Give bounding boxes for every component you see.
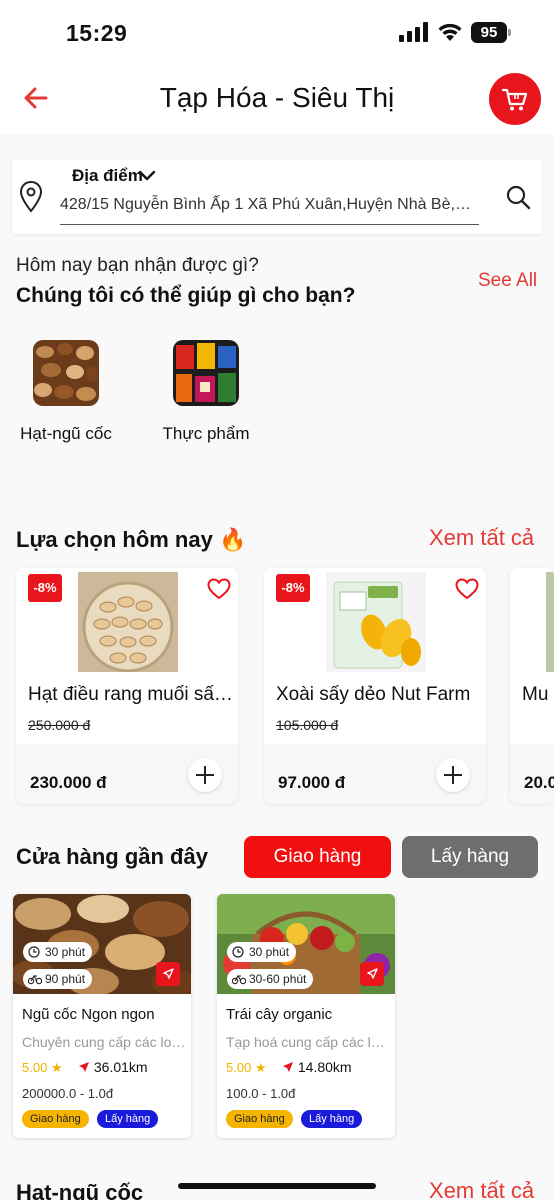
pickup-tag: Lấy hàng (301, 1110, 363, 1128)
search-icon[interactable] (505, 184, 531, 210)
store-description: Tạp hoá cung cấp các loại trái cây (226, 1034, 390, 1050)
see-all-link[interactable]: See All (478, 270, 537, 292)
add-to-cart-button[interactable] (436, 758, 470, 792)
discount-badge: -8% (276, 574, 310, 602)
chevron-down-icon[interactable] (137, 166, 157, 186)
bike-icon (232, 974, 246, 985)
signal-icon (399, 22, 428, 42)
nav-bar: Tạp Hóa - Siêu Thị (0, 64, 554, 134)
status-bar: 15:29 95 (0, 0, 554, 64)
price-row: 20.0 (510, 744, 554, 804)
battery-icon: 95 (471, 22, 511, 43)
delivery-tag: Giao hàng (22, 1110, 89, 1128)
prep-time: 30 phút (45, 945, 86, 959)
store-card[interactable]: 30 phút 90 phút Ngũ cốc Ngon ngon Chuyên… (13, 894, 191, 1138)
help-heading: Chúng tôi có thể giúp gì cho bạn? (16, 284, 356, 307)
prep-time: 30 phút (249, 945, 290, 959)
clock-icon (28, 946, 40, 958)
product-price: 230.000 đ (30, 773, 107, 792)
ride-time-badge: 90 phút (23, 969, 93, 989)
heart-icon[interactable] (207, 578, 231, 600)
directions-button[interactable] (156, 962, 180, 986)
clock-icon (232, 946, 244, 958)
help-question: Hôm nay bạn nhận được gì? (16, 255, 259, 276)
store-distance: 14.80km (282, 1059, 352, 1075)
tab-delivery[interactable]: Giao hàng (244, 836, 391, 878)
address-field[interactable]: 428/15 Nguyễn Bình Ấp 1 Xã Phú Xuân,Huyệ… (60, 191, 479, 225)
product-price: 97.000 đ (278, 773, 346, 792)
navigation-arrow-icon (79, 1062, 89, 1072)
bike-icon (28, 974, 42, 985)
navigation-arrow-icon (163, 968, 174, 979)
see-all-link[interactable]: Xem tất cả (429, 1178, 534, 1200)
delivery-tag: Giao hàng (226, 1110, 293, 1128)
product-card[interactable]: -8% Xoài sấy dẻo Nut Farm 105.000 đ 97.0… (264, 568, 486, 804)
see-all-link[interactable]: Xem tất cả (429, 525, 534, 551)
plus-icon (196, 766, 214, 784)
category-label: Hạt-ngũ cốc (20, 424, 112, 443)
plus-icon (444, 766, 462, 784)
pickup-tag: Lấy hàng (97, 1110, 159, 1128)
wifi-icon (438, 23, 462, 41)
section-title: Cửa hàng gần đây (16, 844, 208, 869)
store-rating: 5.00 ★ (22, 1060, 63, 1075)
price-row: 230.000 đ (16, 744, 238, 804)
ride-time-badge: 30-60 phút (227, 969, 314, 989)
store-description: Chuyên cung cấp các loại ngũ cốc (22, 1034, 186, 1050)
navigation-arrow-icon (283, 1062, 293, 1072)
nuts-image (33, 340, 99, 406)
discount-badge: -8% (28, 574, 62, 602)
heart-icon[interactable] (455, 578, 479, 600)
food-products-image (173, 340, 239, 406)
product-image (326, 572, 426, 672)
distance-value: 14.80km (297, 1059, 352, 1075)
location-label: Địa điểm (72, 166, 143, 185)
status-time: 15:29 (66, 20, 128, 46)
category-item[interactable]: Hạt-ngũ cốc (11, 340, 121, 444)
ride-time: 30-60 phút (249, 972, 307, 986)
ride-time: 90 phút (45, 972, 86, 986)
section-title: Lựa chọn hôm nay 🔥 (16, 527, 247, 552)
product-old-price: 105.000 đ (276, 717, 339, 733)
location-card[interactable]: Địa điểm 428/15 Nguyễn Bình Ấp 1 Xã Phú … (12, 160, 542, 234)
distance-value: 36.01km (93, 1059, 148, 1075)
product-price: 20.0 (524, 773, 554, 792)
product-card[interactable]: Mu 20.0 (510, 568, 554, 804)
store-distance: 36.01km (78, 1059, 148, 1075)
store-name: Trái cây organic (226, 1006, 333, 1023)
location-pin-icon (19, 180, 43, 213)
cart-icon (501, 88, 528, 111)
battery-level: 95 (471, 22, 507, 43)
product-name: Hạt điều rang muối sấy giòn (28, 684, 234, 705)
add-to-cart-button[interactable] (188, 758, 222, 792)
page-title: Tạp Hóa - Siêu Thị (159, 82, 395, 113)
prep-time-badge: 30 phút (227, 942, 297, 962)
navigation-arrow-icon (367, 968, 378, 979)
category-item[interactable]: Thực phẩm (151, 340, 261, 444)
prep-time-badge: 30 phút (23, 942, 93, 962)
store-price: 200000.0 - 1.0đ (22, 1086, 114, 1101)
store-rating: 5.00 ★ (226, 1060, 267, 1075)
price-row: 97.000 đ (264, 744, 486, 804)
cart-button[interactable] (489, 73, 541, 125)
main-content: Địa điểm 428/15 Nguyễn Bình Ấp 1 Xã Phú … (0, 134, 554, 1200)
product-card[interactable]: -8% Hạt điều rang muối sấy giòn 250.000 … (16, 568, 238, 804)
store-price: 100.0 - 1.0đ (226, 1086, 296, 1101)
directions-button[interactable] (360, 962, 384, 986)
product-image (78, 572, 178, 672)
product-name: Mu (522, 684, 549, 705)
store-card[interactable]: 30 phút 30-60 phút Trái cây organic Tạp … (217, 894, 395, 1138)
category-label: Thực phẩm (162, 424, 250, 443)
product-image (546, 572, 554, 672)
tab-pickup[interactable]: Lấy hàng (402, 836, 538, 878)
product-name: Xoài sấy dẻo Nut Farm (276, 684, 471, 705)
product-old-price: 250.000 đ (28, 717, 91, 733)
store-name: Ngũ cốc Ngon ngon (22, 1006, 155, 1023)
home-indicator[interactable] (178, 1183, 376, 1189)
section-title: Hạt-ngũ cốc (16, 1180, 144, 1200)
